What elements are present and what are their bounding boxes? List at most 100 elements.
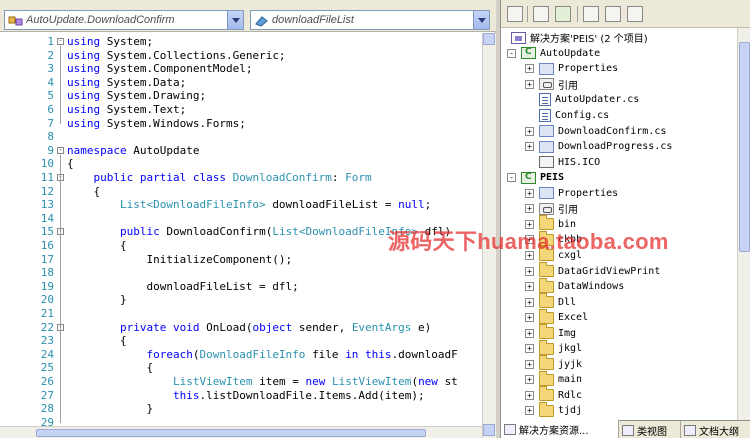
expand-icon[interactable]: + — [525, 375, 534, 385]
code-line[interactable]: 27 this.listDownloadFile.Items.Add(item)… — [0, 389, 482, 403]
view-code-button[interactable] — [583, 6, 599, 22]
code-line[interactable]: 19 downloadFileList = dfl; — [0, 280, 482, 294]
code-line[interactable]: 4 using System.Data; — [0, 76, 482, 90]
tree-item[interactable]: + DownloadConfirm.cs — [525, 123, 666, 139]
tree-item[interactable]: + DataGridViewPrint — [525, 262, 660, 279]
tab-class-view[interactable]: 类视图 — [619, 421, 681, 438]
expand-icon[interactable]: + — [525, 64, 534, 74]
expand-icon[interactable]: + — [525, 359, 534, 369]
code-line[interactable]: 1- using System; — [0, 35, 482, 49]
expand-icon[interactable]: + — [525, 126, 534, 136]
tree-item[interactable]: + ckbb — [525, 230, 582, 248]
tab-solution-explorer[interactable]: 解决方案资源... — [501, 420, 619, 438]
vertical-scrollbar[interactable] — [482, 33, 496, 438]
class-combo[interactable]: AutoUpdate.DownloadConfirm — [4, 10, 244, 30]
member-combo-dropdown-button[interactable] — [473, 11, 489, 29]
expand-icon[interactable]: + — [525, 266, 534, 276]
expand-icon[interactable]: + — [525, 297, 534, 307]
tree-item[interactable]: AutoUpdater.cs — [525, 92, 639, 108]
code-area[interactable]: 1- using System; 2 using System.Collections… — [0, 33, 482, 426]
code-line[interactable]: 23 { — [0, 334, 482, 348]
code-line[interactable]: 18 — [0, 266, 482, 280]
properties-button[interactable] — [507, 6, 523, 22]
code-line[interactable]: 28 } — [0, 402, 482, 416]
fold-toggle-icon[interactable]: - — [57, 38, 64, 45]
expand-icon[interactable]: + — [525, 204, 534, 214]
code-line[interactable]: 26 ListViewItem item = new ListViewItem(… — [0, 375, 482, 389]
code-line[interactable]: 5 using System.Drawing; — [0, 89, 482, 103]
collapse-icon[interactable]: - — [507, 48, 516, 58]
code-line[interactable]: 20 } — [0, 293, 482, 307]
scroll-down-button[interactable] — [483, 424, 495, 436]
code-line[interactable]: 17 InitializeComponent(); — [0, 253, 482, 267]
code-line[interactable]: 16 { — [0, 239, 482, 253]
horizontal-scrollbar[interactable] — [0, 426, 482, 438]
tree-item[interactable]: + Properties — [525, 61, 618, 77]
code-line[interactable]: 29 — [0, 416, 482, 426]
tree-item[interactable]: + Rdlc — [525, 386, 582, 404]
expand-icon[interactable]: + — [525, 406, 534, 416]
tree-item[interactable]: + Properties — [525, 186, 618, 202]
expand-icon[interactable]: + — [525, 142, 534, 152]
code-line[interactable]: 22- private void OnLoad(object sender, E… — [0, 321, 482, 335]
tree-item[interactable]: + main — [525, 370, 582, 388]
tree-item[interactable]: + 引用 — [525, 201, 578, 217]
expand-icon[interactable]: + — [525, 219, 534, 229]
tree-item[interactable]: HIS.ICO — [525, 154, 600, 170]
expand-icon[interactable]: + — [525, 250, 534, 260]
tree-item[interactable]: + Dll — [525, 293, 576, 310]
expand-icon[interactable]: + — [525, 282, 534, 292]
expand-icon[interactable]: + — [525, 79, 534, 89]
expand-icon[interactable]: + — [525, 313, 534, 323]
class-diagram-button[interactable] — [627, 6, 643, 22]
solution-tree[interactable]: 解决方案'PEIS' (2 个项目) - AutoUpdate + Properties… — [501, 28, 737, 420]
code-editor[interactable]: AutoUpdate.DownloadConfirm downloadFileL… — [0, 0, 496, 438]
code-line[interactable]: 11- public partial class DownloadConfirm… — [0, 171, 482, 185]
tree-item[interactable]: Config.cs — [525, 108, 609, 124]
tree-item[interactable]: + tjdj — [525, 401, 582, 419]
expand-icon[interactable]: + — [525, 344, 534, 354]
tree-item[interactable]: + Excel — [525, 308, 588, 326]
expand-icon[interactable]: + — [525, 188, 534, 198]
code-line[interactable]: 14 — [0, 212, 482, 226]
member-combo[interactable]: downloadFileList — [250, 10, 490, 30]
tree-item[interactable]: + Img — [525, 324, 576, 341]
tree-item[interactable]: + jkgl — [525, 339, 582, 357]
code-line[interactable]: 21 — [0, 307, 482, 321]
code-line[interactable]: 13 List<DownloadFileInfo> downloadFileLi… — [0, 198, 482, 212]
horizontal-scrollbar-thumb[interactable] — [36, 429, 426, 437]
tab-document-outline[interactable]: 文档大纲 — [681, 421, 750, 438]
tree-item[interactable]: + jyjk — [525, 355, 582, 373]
code-line[interactable]: 25 { — [0, 361, 482, 375]
view-designer-button[interactable] — [605, 6, 621, 22]
tree-item[interactable]: 解决方案'PEIS' (2 个项目) — [511, 30, 648, 46]
tree-item[interactable]: + DataWindows — [525, 277, 624, 295]
code-line[interactable]: 12 { — [0, 185, 482, 199]
code-line[interactable]: 9- namespace AutoUpdate — [0, 144, 482, 158]
tree-item[interactable]: + 引用 — [525, 77, 578, 93]
explorer-vertical-scrollbar[interactable] — [737, 28, 750, 420]
scroll-up-button[interactable] — [483, 33, 495, 45]
tree-item[interactable]: + DownloadProgress.cs — [525, 139, 672, 155]
refresh-button[interactable] — [555, 6, 571, 22]
expand-icon[interactable]: + — [525, 390, 534, 400]
code-line[interactable]: 15- public DownloadConfirm(List<Download… — [0, 225, 482, 239]
class-combo-dropdown-button[interactable] — [227, 11, 243, 29]
code-line[interactable]: 8 — [0, 130, 482, 144]
expand-icon[interactable]: + — [525, 328, 534, 338]
collapse-icon[interactable]: - — [507, 173, 516, 183]
fold-toggle-icon[interactable]: - — [57, 146, 64, 154]
code-line[interactable]: 6 using System.Text; — [0, 103, 482, 117]
code-line[interactable]: 3 using System.ComponentModel; — [0, 62, 482, 76]
code-line[interactable]: 10 { — [0, 157, 482, 171]
tree-item[interactable]: + cxgl — [525, 246, 582, 264]
explorer-scrollbar-thumb[interactable] — [739, 42, 750, 252]
tree-item[interactable]: + bin — [525, 215, 576, 233]
show-all-files-button[interactable] — [533, 6, 549, 22]
code-line[interactable]: 7 using System.Windows.Forms; — [0, 117, 482, 131]
expand-icon[interactable]: + — [525, 235, 534, 245]
tree-item[interactable]: - PEIS — [507, 170, 564, 186]
code-line[interactable]: 2 using System.Collections.Generic; — [0, 49, 482, 63]
tree-item[interactable]: - AutoUpdate — [507, 46, 600, 62]
code-line[interactable]: 24 foreach(DownloadFileInfo file in this… — [0, 348, 482, 362]
